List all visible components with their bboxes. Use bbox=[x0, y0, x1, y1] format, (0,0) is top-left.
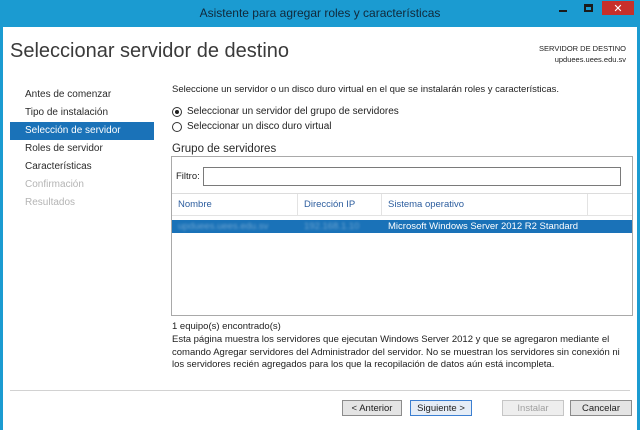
cancel-button[interactable]: Cancelar bbox=[570, 400, 632, 416]
footer-divider bbox=[10, 390, 630, 391]
nav-item-tipo-de-instalacion[interactable]: Tipo de instalación bbox=[10, 104, 154, 122]
radio-option-virtual-disk[interactable]: Seleccionar un disco duro virtual bbox=[172, 121, 332, 132]
server-pool-heading: Grupo de servidores bbox=[172, 143, 277, 155]
nav-item-confirmacion: Confirmación bbox=[25, 179, 84, 190]
info-text: Esta página muestra los servidores que e… bbox=[172, 334, 620, 370]
maximize-button[interactable] bbox=[577, 1, 599, 15]
window-title: Asistente para agregar roles y caracterí… bbox=[199, 6, 441, 20]
title-bar[interactable]: Asistente para agregar roles y caracterí… bbox=[0, 0, 640, 27]
column-header-os[interactable]: Sistema operativo bbox=[382, 194, 588, 216]
install-button: Instalar bbox=[502, 400, 564, 416]
page-title: Seleccionar servidor de destino bbox=[10, 40, 290, 62]
server-ip-cell: 192.168.1.10 bbox=[304, 221, 360, 232]
next-button[interactable]: Siguiente > bbox=[410, 400, 472, 416]
nav-item-antes-de-comenzar[interactable]: Antes de comenzar bbox=[10, 86, 154, 104]
window-controls: ✕ bbox=[552, 1, 634, 15]
minimize-button[interactable] bbox=[552, 1, 574, 15]
radio-button-selected[interactable] bbox=[172, 106, 182, 117]
server-list-header: Nombre Dirección IP Sistema operativo bbox=[172, 194, 632, 216]
maximize-icon bbox=[583, 4, 593, 12]
filter-label: Filtro: bbox=[176, 171, 200, 182]
filter-row: Filtro: bbox=[176, 167, 621, 186]
radio-option-server-pool[interactable]: Seleccionar un servidor del grupo de ser… bbox=[172, 106, 399, 117]
intro-text: Seleccione un servidor o un disco duro v… bbox=[172, 84, 560, 95]
destination-server-label: SERVIDOR DE DESTINO bbox=[539, 44, 626, 53]
nav-item-seleccion-de-servidor[interactable]: Selección de servidor bbox=[10, 122, 154, 140]
nav-item-roles-de-servidor[interactable]: Roles de servidor bbox=[10, 140, 154, 158]
wizard-steps-nav: Antes de comenzar Tipo de instalación Se… bbox=[10, 86, 154, 212]
minimize-icon bbox=[559, 10, 567, 12]
close-button[interactable]: ✕ bbox=[602, 1, 634, 15]
close-icon: ✕ bbox=[613, 2, 623, 15]
nav-item-resultados: Resultados bbox=[25, 197, 76, 208]
filter-input[interactable] bbox=[202, 167, 621, 186]
previous-button[interactable]: < Anterior bbox=[342, 400, 402, 416]
column-header-name[interactable]: Nombre bbox=[172, 194, 298, 216]
radio-label-virtual-disk: Seleccionar un disco duro virtual bbox=[187, 121, 332, 132]
radio-label-server-pool: Seleccionar un servidor del grupo de ser… bbox=[187, 106, 399, 117]
table-row[interactable]: upduees.uees.edu.sv 192.168.1.10 Microso… bbox=[172, 220, 632, 233]
server-list: Nombre Dirección IP Sistema operativo up… bbox=[172, 193, 632, 315]
nav-item-caracteristicas[interactable]: Características bbox=[10, 158, 154, 176]
window-frame-left bbox=[0, 27, 3, 430]
radio-dot-icon bbox=[175, 109, 179, 114]
server-name-cell: upduees.uees.edu.sv bbox=[178, 221, 269, 232]
destination-server-info: SERVIDOR DE DESTINO upduees.uees.edu.sv bbox=[539, 43, 626, 65]
destination-server-name: upduees.uees.edu.sv bbox=[554, 55, 626, 64]
radio-button-unselected[interactable] bbox=[172, 121, 182, 132]
column-header-ip[interactable]: Dirección IP bbox=[298, 194, 382, 216]
server-count: 1 equipo(s) encontrado(s) bbox=[172, 321, 281, 332]
server-os-cell: Microsoft Windows Server 2012 R2 Standar… bbox=[388, 221, 579, 232]
server-pool-panel: Filtro: Nombre Dirección IP Sistema oper… bbox=[171, 156, 633, 316]
